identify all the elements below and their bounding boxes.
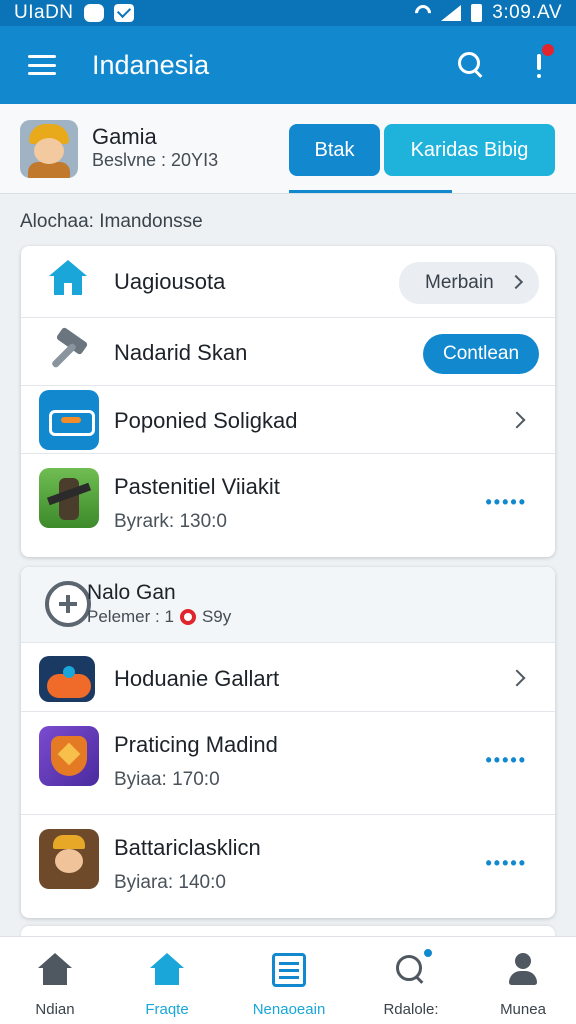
- search-icon[interactable]: [458, 52, 484, 78]
- row-action-label: Merbain: [425, 272, 494, 293]
- nav-item-profile[interactable]: Munea: [468, 949, 576, 1019]
- list-item[interactable]: Nadarid Skan Contlean: [21, 318, 555, 386]
- app-title: Indanesia: [92, 49, 210, 80]
- knight-game-icon: [39, 829, 99, 889]
- continue-button[interactable]: Contlean: [423, 334, 539, 374]
- list-item[interactable]: Hoduanie Gallart: [21, 644, 555, 712]
- home-icon: [150, 953, 184, 987]
- card-header-subtitle: Pelemer : 1 S9y: [87, 607, 231, 627]
- menu-icon[interactable]: [28, 55, 56, 75]
- row-action-button[interactable]: Merbain: [399, 262, 539, 304]
- list-icon: [272, 953, 306, 987]
- nav-item-page[interactable]: Fraqte: [112, 949, 222, 1019]
- nav-label: Munea: [500, 1001, 546, 1018]
- section-label: Alochaa: Imandonsse: [20, 211, 203, 232]
- nav-item-list[interactable]: Nenaoeain: [234, 949, 344, 1019]
- notification-badge: [422, 947, 434, 959]
- list-item[interactable]: Pastenitiel Viiakit Byrark: 130:0 •••••: [21, 454, 555, 557]
- list-item-title: Hoduanie Gallart: [114, 666, 280, 691]
- list-item[interactable]: Praticing Madind Byiaa: 170:0 •••••: [21, 712, 555, 815]
- more-options-icon[interactable]: •••••: [485, 492, 527, 513]
- profile-header: Gamia Beslvne : 20YI3 Btak Karidas Bibig: [0, 104, 576, 194]
- list-item-subtitle: Byrark: 130:0: [114, 511, 227, 532]
- chevron-right-icon: [508, 274, 524, 290]
- signal-icon: [441, 5, 462, 21]
- list-item-title: Pastenitiel Viiakit: [114, 474, 280, 499]
- alert-badge: [542, 44, 554, 56]
- profile-name: Gamia: [92, 124, 157, 149]
- status-bar-right: 3:09.AV: [411, 1, 562, 25]
- list-item[interactable]: Uagiousota Merbain: [21, 246, 555, 318]
- status-bar: UIaDN 3:09.AV: [0, 0, 576, 26]
- list-item-subtitle: Byiara: 140:0: [114, 872, 226, 893]
- list-item-subtitle: Byiaa: 170:0: [114, 769, 220, 790]
- nav-item-home[interactable]: Ndian: [0, 949, 110, 1019]
- list-item-title: Poponied Soligkad: [114, 408, 298, 433]
- list-item-title: Nadarid Skan: [114, 340, 248, 365]
- game-list-card: Nalo Gan Pelemer : 1 S9y Hoduanie Gallar…: [21, 567, 555, 918]
- card-header[interactable]: Nalo Gan Pelemer : 1 S9y: [21, 567, 555, 643]
- primary-tab-button[interactable]: Btak: [289, 124, 380, 176]
- gamepad-icon: [39, 656, 95, 702]
- battery-icon: [471, 4, 483, 22]
- card-header-subtitle-prefix: Pelemer : 1: [87, 607, 174, 626]
- list-item-title: Praticing Madind: [114, 732, 278, 757]
- app-notification-icon: [83, 4, 104, 22]
- secondary-tab-button[interactable]: Karidas Bibig: [384, 124, 555, 176]
- status-bar-text: UIaDN: [14, 2, 74, 23]
- profile-subtitle: Beslvne : 20YI3: [92, 150, 219, 170]
- app-bar: Indanesia: [0, 26, 576, 104]
- wifi-icon: [411, 1, 435, 25]
- settings-card: Uagiousota Merbain Nadarid Skan Contlean…: [21, 246, 555, 557]
- shield-game-icon: [39, 726, 99, 786]
- nav-item-search[interactable]: Rdalole:: [356, 947, 466, 1019]
- more-options-icon[interactable]: •••••: [485, 750, 527, 771]
- nav-label: Ndian: [35, 1001, 75, 1018]
- card-header-subtitle-suffix: S9y: [201, 607, 232, 626]
- nav-label: Fraqte: [145, 1001, 189, 1018]
- chevron-right-icon[interactable]: [508, 411, 526, 429]
- mail-notification-icon: [113, 4, 134, 22]
- alert-icon[interactable]: [530, 44, 554, 80]
- badge-icon: [45, 581, 91, 627]
- search-icon: [394, 947, 434, 987]
- status-time: 3:09.AV: [492, 2, 562, 23]
- list-item-title: Uagiousota: [114, 269, 226, 294]
- list-item[interactable]: Battariclasklicn Byiara: 140:0 •••••: [21, 815, 555, 918]
- more-options-icon[interactable]: •••••: [485, 853, 527, 874]
- card-header-title: Nalo Gan: [87, 581, 176, 604]
- home-icon: [39, 252, 99, 312]
- toolbox-icon: [39, 390, 99, 450]
- hammer-icon: [39, 322, 99, 382]
- nav-label: Rdalole:: [383, 1001, 439, 1018]
- status-bar-left: UIaDN: [14, 2, 134, 24]
- list-item-title: Battariclasklicn: [114, 835, 261, 860]
- record-icon: [179, 609, 196, 625]
- soldier-game-icon: [39, 468, 99, 528]
- avatar[interactable]: [20, 120, 78, 178]
- nav-label: Nenaoeain: [252, 1001, 326, 1018]
- chevron-right-icon[interactable]: [508, 669, 526, 687]
- bottom-nav: Ndian Fraqte Nenaoeain Rdalole: Munea: [0, 936, 576, 1024]
- tab-indicator: [289, 190, 452, 193]
- home-icon: [38, 953, 72, 987]
- list-item[interactable]: Poponied Soligkad: [21, 386, 555, 454]
- person-icon: [506, 953, 540, 987]
